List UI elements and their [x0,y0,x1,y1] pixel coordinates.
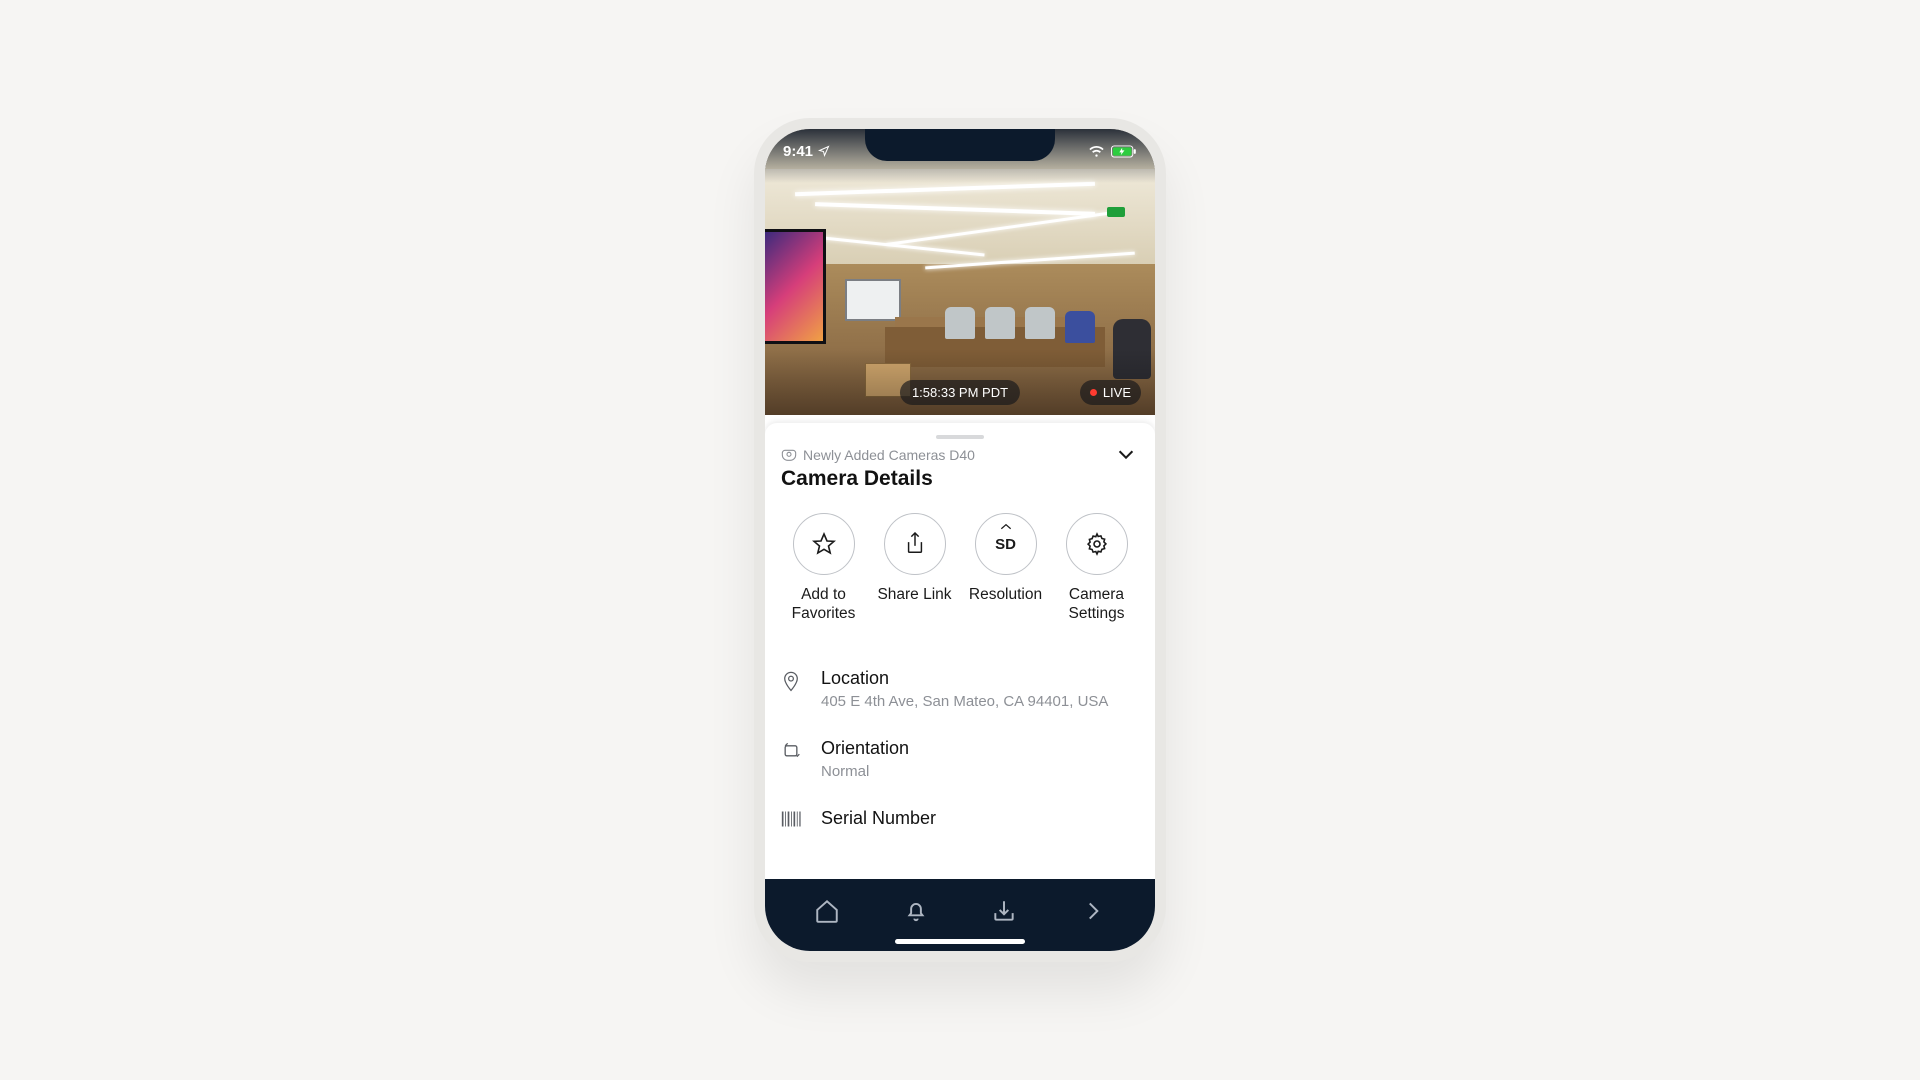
resolution-button[interactable]: SD Resolution [963,513,1048,624]
page-title: Camera Details [781,467,1139,491]
caret-up-icon [999,522,1013,532]
row-value: 405 E 4th Ave, San Mateo, CA 94401, USA [821,693,1108,710]
camera-icon [781,448,797,462]
chevron-down-icon [1115,443,1137,465]
tab-more[interactable] [1080,898,1106,924]
row-label: Location [821,668,1108,689]
phone-frame: 9:41 [754,118,1166,962]
star-icon [812,532,836,556]
bell-icon [903,898,929,924]
barcode-icon [781,810,801,828]
live-badge: LIVE [1080,380,1141,405]
pin-icon [781,670,801,692]
breadcrumb-text: Newly Added Cameras D40 [803,447,975,463]
row-label: Serial Number [821,808,936,829]
sheet-grabber[interactable] [936,435,984,439]
tab-alerts[interactable] [903,898,929,924]
resolution-value: SD [995,536,1016,553]
collapse-sheet-button[interactable] [1115,443,1137,465]
download-icon [991,898,1017,924]
location-arrow-icon [818,145,830,157]
tab-downloads[interactable] [991,898,1017,924]
location-row[interactable]: Location 405 E 4th Ave, San Mateo, CA 94… [781,654,1139,724]
wifi-icon [1088,145,1105,158]
battery-charging-icon [1111,145,1137,158]
camera-settings-button[interactable]: Camera Settings [1054,513,1139,624]
action-label: Camera Settings [1054,585,1139,624]
share-link-button[interactable]: Share Link [872,513,957,624]
live-label: LIVE [1103,385,1131,400]
home-icon [814,898,840,924]
tab-home[interactable] [814,898,840,924]
live-dot-icon [1090,389,1097,396]
gear-icon [1085,532,1109,556]
tab-bar [765,879,1155,951]
action-label: Share Link [877,585,951,604]
orientation-row[interactable]: Orientation Normal [781,724,1139,794]
add-to-favorites-button[interactable]: Add to Favorites [781,513,866,624]
device-notch [865,127,1055,161]
home-indicator [895,939,1025,944]
detail-rows: Location 405 E 4th Ave, San Mateo, CA 94… [781,654,1139,843]
chevron-right-icon [1080,898,1106,924]
breadcrumb[interactable]: Newly Added Cameras D40 [781,447,1139,463]
timeline-scrubber[interactable] [765,415,1155,419]
action-label: Add to Favorites [781,585,866,624]
details-sheet: Newly Added Cameras D40 Camera Details A… [765,423,1155,879]
quick-actions: Add to Favorites Share Link [781,513,1139,624]
action-label: Resolution [969,585,1042,604]
status-time: 9:41 [783,143,813,160]
row-label: Orientation [821,738,909,759]
rotate-icon [781,740,801,760]
serial-row[interactable]: Serial Number [781,794,1139,843]
row-value: Normal [821,763,909,780]
share-icon [904,532,926,556]
feed-timestamp: 1:58:33 PM PDT [900,380,1020,405]
